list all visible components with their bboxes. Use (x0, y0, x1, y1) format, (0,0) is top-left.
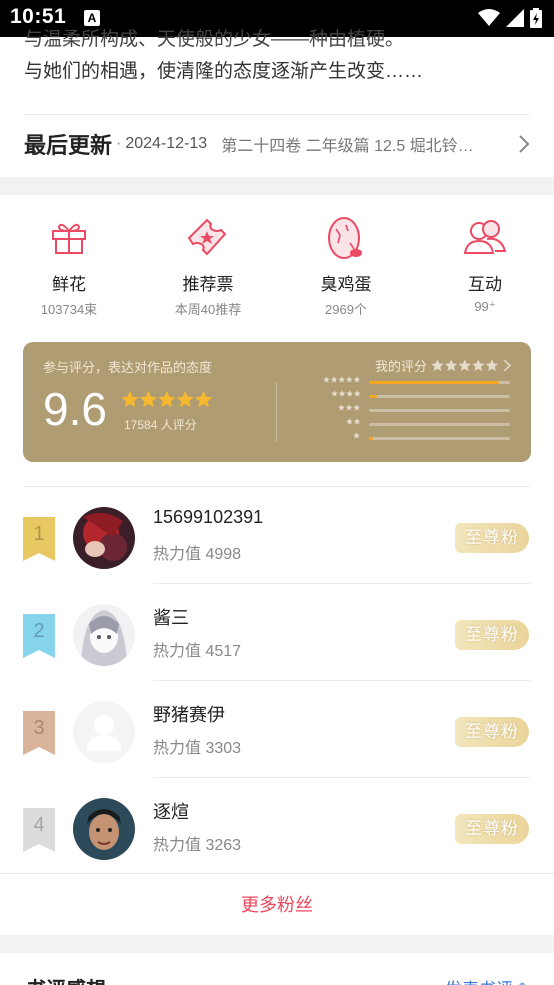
ticket-icon (187, 218, 227, 256)
rank-ribbon: 4 (23, 808, 55, 852)
divider (24, 114, 530, 115)
fan-row[interactable]: 1 15699102391 热力值 4998 至尊粉 (0, 487, 554, 584)
fan-name: 15699102391 (153, 507, 264, 527)
more-fans-button[interactable]: 更多粉丝 (0, 873, 554, 935)
last-update-date: 2024-12-13 (125, 135, 208, 152)
gift-count: 本周40推荐 (174, 302, 242, 317)
rating-dist-bar (369, 395, 378, 398)
my-rating-label: 我的评分 (374, 359, 427, 374)
intro-line-1: 与温柔所构成、天使般的少女——种由植硬。 (24, 29, 405, 50)
gift-count: 99⁺ (474, 299, 496, 314)
rating-dist-row-4-star (307, 390, 517, 401)
fan-badge: 至尊粉 (455, 814, 529, 844)
avatar[interactable] (73, 507, 135, 569)
fan-badge: 至尊粉 (455, 717, 529, 747)
battery-icon (530, 8, 542, 28)
rank-number: 2 (33, 620, 45, 642)
egg-icon (328, 217, 362, 259)
gift-name: 鲜花 (52, 275, 86, 294)
rating-dist-row-3-star (307, 404, 517, 415)
rating-dist-row-2-star (307, 418, 517, 429)
star-icon (330, 390, 361, 397)
rating-dist-row-5-star (307, 376, 517, 387)
my-rating[interactable]: 我的评分 (375, 356, 511, 375)
fan-heat: 热力值 4998 (153, 546, 242, 563)
gift-interact[interactable]: 互动 99⁺ (430, 212, 540, 315)
gift-ticket[interactable]: 推荐票 本周40推荐 (153, 212, 263, 318)
gift-icon (52, 223, 86, 254)
fan-row[interactable]: 3 野猪赛伊 热力值 3303 至尊粉 (0, 681, 554, 778)
star-icon (353, 432, 361, 439)
avatar[interactable] (73, 701, 135, 763)
rating-dist-row-1-star (307, 432, 517, 443)
rank-ribbon: 1 (23, 517, 55, 561)
gift-egg[interactable]: 臭鸡蛋 2969个 (291, 212, 401, 318)
chevron-right-icon (519, 135, 530, 153)
star-icon (345, 418, 361, 425)
fan-badge: 至尊粉 (455, 523, 529, 553)
fan-name: 野猪赛伊 (153, 705, 225, 725)
notification-a-icon: A (84, 10, 100, 26)
gift-name: 臭鸡蛋 (320, 275, 372, 294)
people-icon (463, 220, 507, 254)
last-update-chapter: 第二十四卷 二年级篇 12.5 堀北铃… (221, 138, 474, 155)
rank-number: 4 (33, 814, 45, 836)
reviews-header: 书评感想 发表书评 ✎ (0, 955, 554, 985)
my-rating-stars-icon (431, 359, 498, 372)
star-icon (338, 404, 361, 411)
signal-icon (506, 9, 524, 27)
gift-name: 互动 (468, 275, 502, 294)
avatar[interactable] (73, 604, 135, 666)
rating-count: 17584 人评分 (124, 418, 197, 432)
rating-divider (276, 382, 277, 442)
fan-row[interactable]: 2 酱三 热力值 4517 至尊粉 (0, 584, 554, 681)
rating-stars-icon (121, 391, 213, 408)
section-gap (0, 177, 554, 195)
avatar[interactable] (73, 798, 135, 860)
write-review-button[interactable]: 发表书评 ✎ (445, 975, 532, 985)
rating-dist-bar (369, 437, 373, 440)
rating-dist-bar (369, 381, 499, 384)
rank-ribbon: 3 (23, 711, 55, 755)
fan-heat: 热力值 4517 (153, 643, 242, 660)
gift-count: 2969个 (325, 302, 367, 317)
section-gap (0, 935, 554, 953)
rating-score: 9.6 (43, 383, 107, 435)
rank-number: 1 (33, 523, 45, 545)
star-icon (323, 376, 361, 383)
wifi-icon (478, 9, 500, 26)
reviews-title: 书评感想 (26, 973, 106, 985)
fan-row[interactable]: 4 逐煊 热力值 3263 至尊粉 (0, 778, 554, 875)
rating-hint: 参与评分，表达对作品的态度 (43, 360, 213, 375)
last-update-row[interactable]: 最后更新 · 2024-12-13 第二十四卷 二年级篇 12.5 堀北铃… (24, 126, 530, 162)
gift-flower[interactable]: 鲜花 103734束 (14, 212, 124, 318)
fan-name: 酱三 (153, 608, 189, 628)
separator-dot: · (116, 135, 122, 152)
rank-ribbon: 2 (23, 614, 55, 658)
fan-heat: 热力值 3303 (153, 740, 242, 757)
chevron-right-icon (503, 359, 511, 372)
last-update-label: 最后更新 (24, 133, 113, 158)
fan-name: 逐煊 (153, 802, 189, 822)
rating-card[interactable]: 参与评分，表达对作品的态度 9.6 17584 人评分 我的评分 (23, 342, 531, 462)
status-icons (478, 8, 542, 28)
gift-row: 鲜花 103734束 推荐票 本周40推荐 臭鸡蛋 2969个 互动 99⁺ (0, 212, 554, 322)
fan-badge: 至尊粉 (455, 620, 529, 650)
intro-line-2: 与她们的相遇，使清隆的态度逐渐产生改变…… (24, 61, 424, 82)
gift-name: 推荐票 (182, 275, 234, 294)
gift-count: 103734束 (40, 302, 98, 317)
rank-number: 3 (33, 717, 45, 739)
fan-heat: 热力值 3263 (153, 837, 242, 854)
